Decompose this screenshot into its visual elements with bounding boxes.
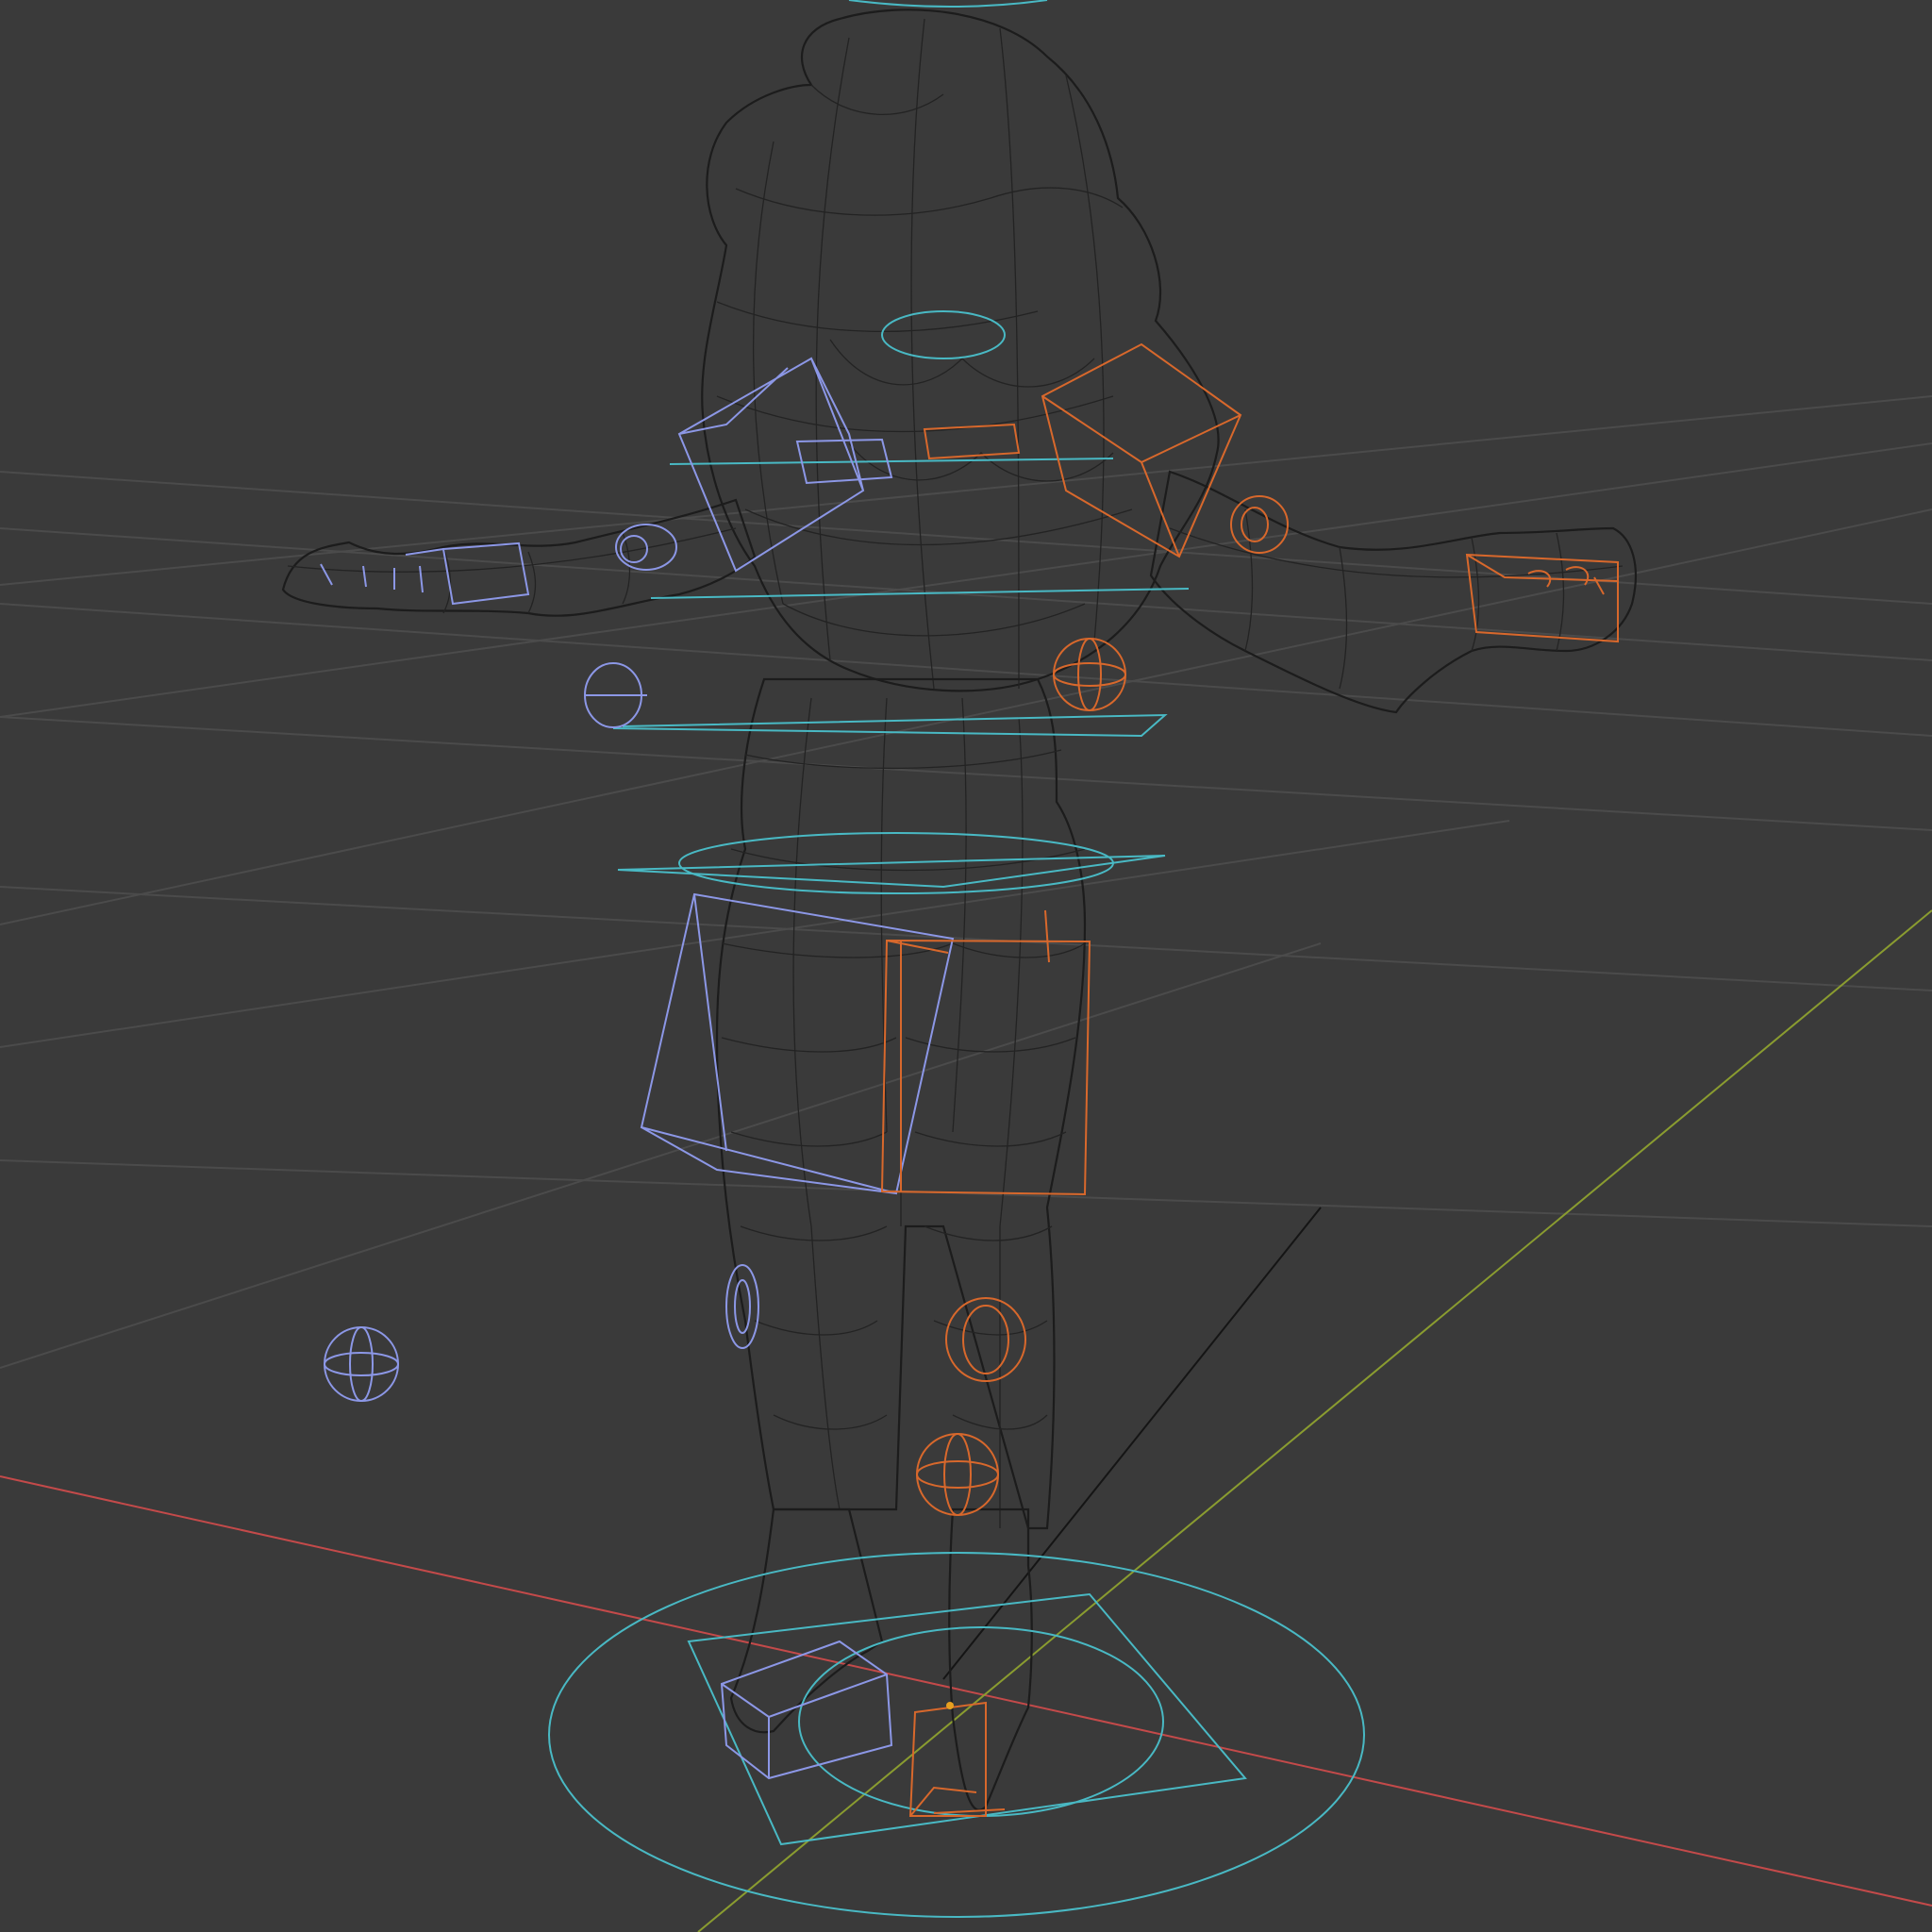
left-hand-ik-target[interactable] — [324, 1326, 399, 1402]
right-wrist-ik[interactable] — [1053, 638, 1126, 711]
root-control-inner[interactable] — [798, 1626, 1164, 1817]
right-knee-inner[interactable] — [962, 1305, 1009, 1374]
right-elbow-inner[interactable] — [1241, 507, 1269, 542]
right-knee-pole[interactable] — [945, 1297, 1026, 1382]
right-controls[interactable] — [880, 342, 1619, 1817]
x-axis-line — [0, 1475, 1932, 1907]
left-foot-box[interactable] — [720, 1640, 893, 1780]
neck-control[interactable] — [669, 458, 1114, 465]
chest-control[interactable] — [650, 588, 1190, 599]
right-foot-box[interactable] — [908, 1701, 987, 1817]
right-thigh-box[interactable] — [880, 939, 1091, 1196]
left-hand-box[interactable] — [405, 541, 530, 606]
center-controls[interactable] — [548, 310, 1365, 1918]
3d-viewport[interactable] — [0, 0, 1932, 1932]
left-shoulder-box[interactable] — [677, 357, 865, 573]
right-foot-ik-ball[interactable] — [916, 1433, 999, 1516]
right-hand-box[interactable] — [1465, 553, 1619, 643]
right-clavicle-control[interactable] — [923, 423, 1021, 460]
viewport-canvas[interactable] — [0, 0, 1932, 1932]
character-mesh[interactable] — [281, 8, 1637, 1811]
right-shoulder-box[interactable] — [1041, 342, 1242, 558]
head-control[interactable] — [881, 310, 1006, 359]
root-control-rectangle[interactable] — [687, 1592, 1247, 1846]
root-top-control[interactable] — [848, 0, 1048, 8]
left-fingers[interactable] — [320, 563, 424, 593]
root-control-outer[interactable] — [548, 1552, 1365, 1918]
left-thigh-box[interactable] — [640, 892, 955, 1195]
y-axis-line — [697, 909, 1932, 1932]
spine-control[interactable] — [612, 713, 1168, 738]
origin-point — [946, 1702, 954, 1709]
